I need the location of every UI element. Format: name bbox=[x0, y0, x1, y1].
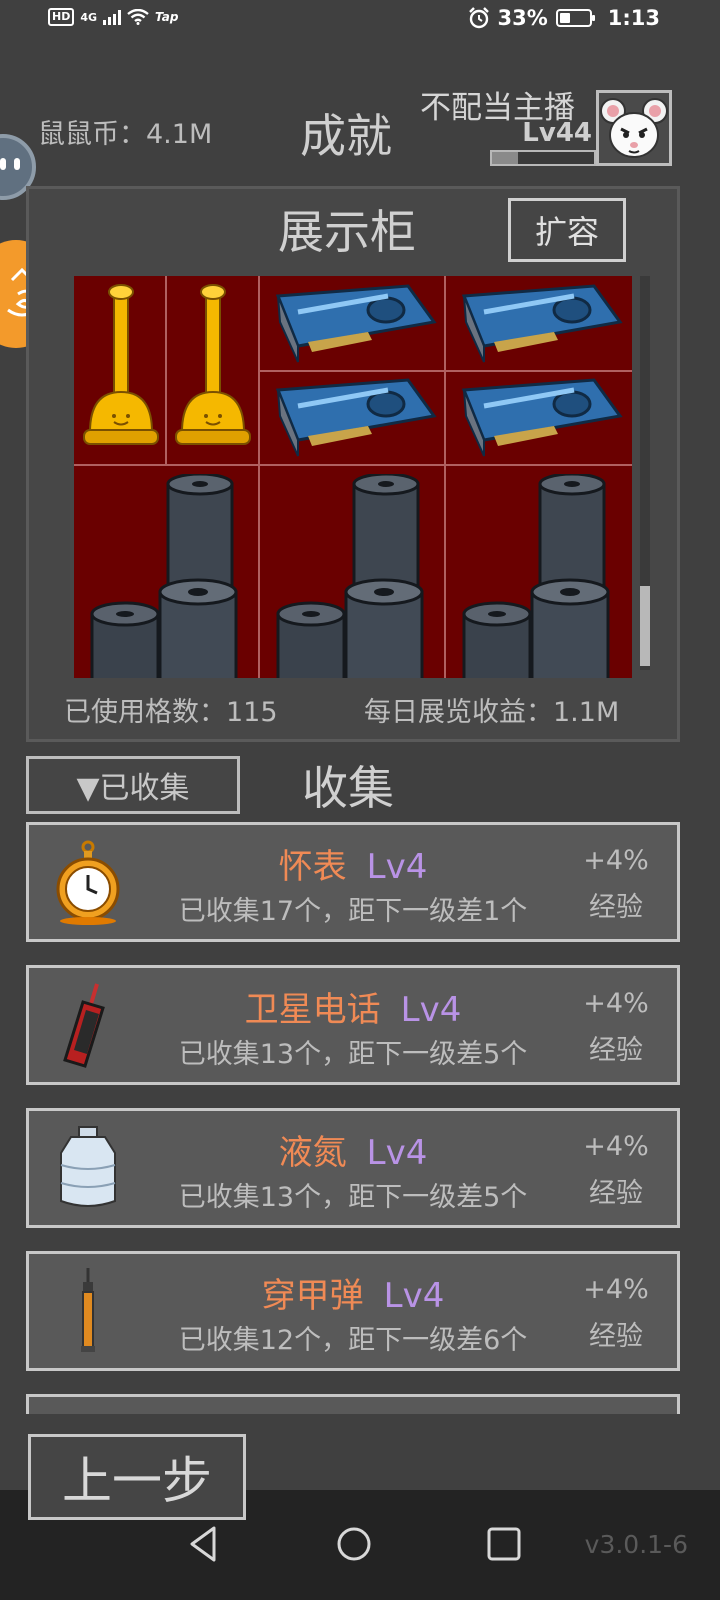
collection-card[interactable]: 卫星电话 Lv4 已收集13个，距下一级差5个 +4% 经验 bbox=[26, 965, 680, 1085]
item-bonus: +4% bbox=[583, 1274, 649, 1305]
item-bonus: +4% bbox=[583, 988, 649, 1019]
status-right: 33% 1:13 bbox=[468, 6, 660, 30]
item-progress: 已收集13个，距下一级差5个 bbox=[178, 1182, 528, 1213]
clock: 1:13 bbox=[607, 6, 660, 30]
collection-card[interactable] bbox=[26, 1394, 680, 1414]
item-level: Lv4 bbox=[366, 847, 428, 887]
item-title: 液氮 Lv4 bbox=[109, 1125, 597, 1174]
app-badge: Tap bbox=[155, 10, 179, 24]
item-progress: 已收集12个，距下一级差6个 bbox=[178, 1325, 528, 1356]
item-title: 穿甲弹 Lv4 bbox=[109, 1268, 597, 1317]
item-progress: 已收集17个，距下一级差1个 bbox=[178, 896, 528, 927]
collection-card[interactable]: 液氮 Lv4 已收集13个，距下一级差5个 +4% 经验 bbox=[26, 1108, 680, 1228]
signal-icon bbox=[103, 9, 122, 25]
version-label: v3.0.1-6 bbox=[584, 1530, 688, 1559]
showcase-title: 展示柜 bbox=[278, 205, 416, 259]
graphics-card-icon[interactable] bbox=[454, 282, 624, 366]
graphics-card-icon[interactable] bbox=[268, 282, 438, 366]
status-left: HD 4G Tap bbox=[48, 8, 178, 26]
coin-balance: 鼠鼠币：4.1M bbox=[38, 119, 213, 150]
item-bonus-type: 经验 bbox=[589, 1178, 643, 1209]
network-type: HD bbox=[48, 8, 75, 26]
steel-rolls-icon[interactable] bbox=[460, 474, 626, 678]
nav-recents-icon[interactable] bbox=[484, 1524, 524, 1564]
used-cells-count: 已使用格数：115 bbox=[64, 697, 278, 728]
xp-progress-fill bbox=[492, 152, 518, 164]
collection-title: 收集 bbox=[302, 761, 394, 815]
golden-trophy-icon[interactable] bbox=[80, 282, 162, 460]
nav-home-icon[interactable] bbox=[334, 1524, 374, 1564]
avatar[interactable] bbox=[596, 90, 672, 166]
showcase-grid[interactable] bbox=[74, 276, 632, 678]
expand-button[interactable]: 扩容 bbox=[508, 198, 626, 262]
item-name: 卫星电话 bbox=[244, 990, 381, 1030]
player-level: Lv44 bbox=[522, 118, 592, 148]
signal-label: 4G bbox=[80, 10, 98, 24]
item-level: Lv4 bbox=[400, 990, 462, 1030]
item-title: 卫星电话 Lv4 bbox=[109, 982, 597, 1031]
item-title: 怀表 Lv4 bbox=[109, 839, 597, 888]
item-progress: 已收集13个，距下一级差5个 bbox=[178, 1039, 528, 1070]
nav-back-icon[interactable] bbox=[184, 1524, 224, 1564]
collection-card[interactable]: 怀表 Lv4 已收集17个，距下一级差1个 +4% 经验 bbox=[26, 822, 680, 942]
item-bonus: +4% bbox=[583, 1131, 649, 1162]
xp-progress-bar bbox=[490, 150, 596, 166]
collection-card[interactable]: 穿甲弹 Lv4 已收集12个，距下一级差6个 +4% 经验 bbox=[26, 1251, 680, 1371]
alarm-icon bbox=[468, 7, 489, 29]
wifi-icon bbox=[127, 9, 149, 25]
showcase-scrollbar-thumb[interactable] bbox=[640, 586, 650, 666]
collected-filter-dropdown[interactable]: ▼已收集 bbox=[26, 756, 240, 814]
graphics-card-icon[interactable] bbox=[454, 376, 624, 460]
graphics-card-icon[interactable] bbox=[268, 376, 438, 460]
collection-list[interactable]: 怀表 Lv4 已收集17个，距下一级差1个 +4% 经验 卫星电话 Lv4 已收集1… bbox=[26, 820, 682, 1414]
golden-trophy-icon[interactable] bbox=[172, 282, 254, 460]
status-bar: HD 4G Tap 33% 1:13 bbox=[0, 0, 720, 44]
back-button[interactable]: 上一步 bbox=[28, 1434, 246, 1520]
mouse-avatar-icon bbox=[600, 98, 668, 158]
item-bonus-type: 经验 bbox=[589, 1321, 643, 1352]
steel-rolls-icon[interactable] bbox=[274, 474, 440, 678]
page-title: 成就 bbox=[300, 109, 392, 163]
steel-rolls-icon[interactable] bbox=[88, 474, 254, 678]
battery-icon bbox=[555, 9, 595, 27]
item-name: 穿甲弹 bbox=[261, 1276, 364, 1316]
daily-exhibition-income: 每日展览收益：1.1M bbox=[364, 697, 620, 728]
item-level: Lv4 bbox=[366, 1133, 428, 1173]
item-name: 怀表 bbox=[278, 847, 347, 887]
item-bonus-type: 经验 bbox=[589, 892, 643, 923]
item-bonus: +4% bbox=[583, 845, 649, 876]
item-bonus-type: 经验 bbox=[589, 1035, 643, 1066]
battery-percent: 33% bbox=[497, 6, 548, 30]
item-level: Lv4 bbox=[383, 1276, 445, 1316]
item-name: 液氮 bbox=[278, 1133, 347, 1173]
